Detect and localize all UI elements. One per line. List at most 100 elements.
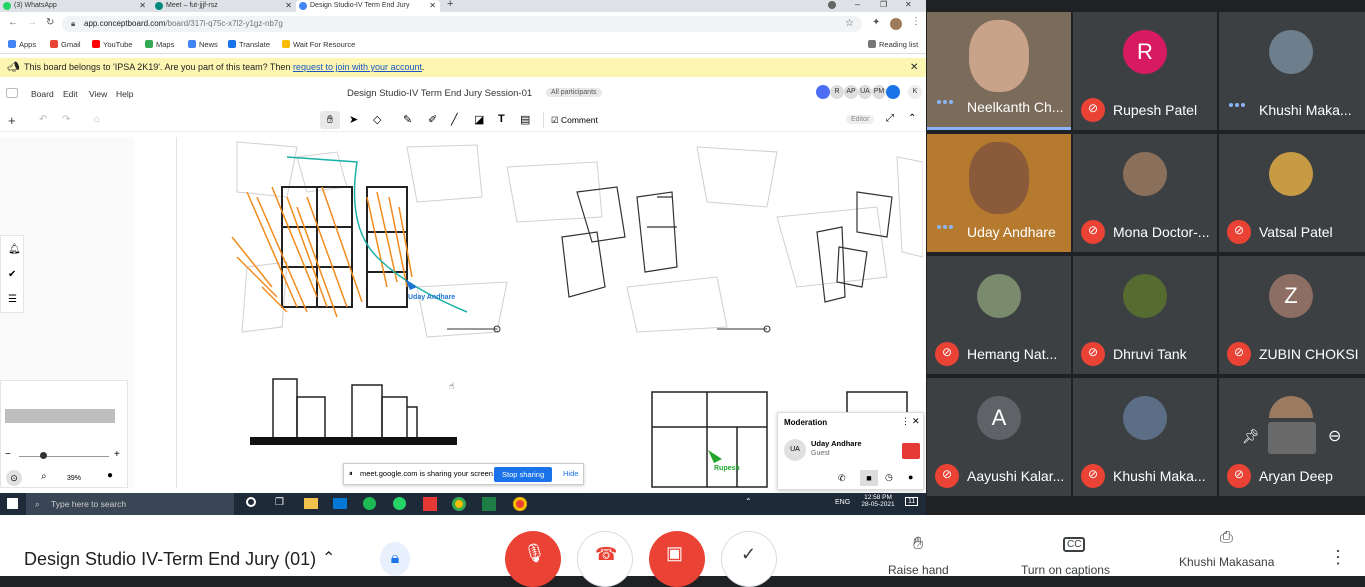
browser-tab-conceptboard[interactable]: Design Studio-IV Term End Jury ✕ [296,0,440,12]
check-icon[interactable]: ✔ [8,269,16,280]
zoom-slider[interactable] [19,456,109,457]
select-tool-icon[interactable]: ➤ [349,113,358,126]
pen-icon[interactable]: ✎ [403,113,412,126]
bookmark-star-icon[interactable]: ☆ [845,16,854,32]
editor-badge[interactable]: Editor [846,115,875,124]
text-tool-icon[interactable]: T [498,113,505,125]
close-tab-icon[interactable]: ✕ [285,0,292,12]
bookmark-apps[interactable]: Apps [8,40,36,49]
profile-avatar[interactable] [890,18,902,30]
bookmark-gmail[interactable]: Gmail [50,40,81,49]
file-explorer-icon[interactable] [304,498,318,509]
new-tab-icon[interactable]: + [447,0,453,10]
line-icon[interactable]: ╱ [451,113,458,126]
whatsapp-taskbar-icon[interactable] [393,497,406,510]
avatar-pm[interactable]: PM [872,85,886,99]
participant-tile[interactable]: Neelkanth Ch... [927,12,1071,130]
more-actions-button[interactable]: ✓ [721,531,777,587]
reading-list[interactable]: Reading list [868,40,918,49]
bookmark-maps[interactable]: Maps [145,40,174,49]
avatar-r[interactable]: R [830,85,844,99]
extensions-icon[interactable]: ✦ [872,17,880,28]
hide-button[interactable]: Hide [563,464,578,484]
back-icon[interactable]: ← [8,17,18,28]
browser-menu-icon[interactable]: ⋮ [911,16,921,27]
mail-icon[interactable] [333,498,347,509]
avatar-ap[interactable]: AP [844,85,858,99]
participant-tile[interactable]: A ⊘ Aayushi Kalar... [927,378,1071,496]
zoom-out-icon[interactable]: − [5,449,11,460]
participant-tile[interactable]: Z ⊘ ZUBIN CHOKSI [1219,256,1365,374]
bookmark-news[interactable]: News [188,40,218,49]
browser-tab-whatsapp[interactable]: (3) WhatsApp ✕ [0,0,150,12]
raise-hand-button[interactable]: ✋︎ Raise hand [880,533,965,577]
format-icon[interactable]: ⌂ [94,114,100,125]
join-team-link[interactable]: request to join with your account [293,62,422,72]
cortana-icon[interactable] [246,497,256,507]
list-icon[interactable]: ☰ [8,294,17,305]
language-indicator[interactable]: ENG [835,499,850,506]
task-view-icon[interactable]: ❐ [275,497,284,508]
participant-tile[interactable]: Uday Andhare [927,134,1071,252]
browser-tab-meet[interactable]: Meet – fut-jjjf-rsz ✕ [152,0,296,12]
taskbar-search[interactable]: ⌕ Type here to search [26,493,234,515]
participant-tile[interactable]: ⊘ Hemang Nat... [927,256,1071,374]
chevron-up-icon[interactable]: ⌃ [322,548,335,568]
maximize-icon[interactable]: ❐ [880,0,887,9]
participant-tile[interactable]: ⊘ Khushi Maka... [1073,378,1217,496]
forward-icon[interactable]: → [27,17,37,28]
tray-arrow-icon[interactable]: ⌃ [745,497,752,506]
timer-icon[interactable]: ◷ [885,472,893,483]
avatar-ua[interactable]: UA [858,85,872,99]
avatar-current-user[interactable]: K [908,85,922,99]
remove-icon[interactable]: ⊖ [1328,426,1341,446]
host-controls-lock-icon[interactable]: 🔒︎ [380,542,410,576]
windows-start-icon[interactable] [7,498,18,509]
captions-button[interactable]: CC Turn on captions [1018,533,1128,577]
spotify-icon[interactable] [363,497,376,510]
redo-icon[interactable]: ↷ [62,114,70,125]
close-banner-icon[interactable]: ✕ [910,58,918,77]
pin-icon[interactable]: 📌︎ [1242,428,1260,445]
participant-tile[interactable]: ⊘ Mona Doctor-... [1073,134,1217,252]
hand-tool-icon[interactable]: ✋︎ [320,111,340,129]
add-icon[interactable]: + [8,113,16,128]
moderation-close-icon[interactable]: ✕ [912,416,920,427]
bookmark-youtube[interactable]: YouTube [92,40,132,49]
address-bar[interactable]: 🔒︎ app.conceptboard.com/board/317i-q75c-… [62,16,862,32]
avatar-blue[interactable] [816,85,830,99]
clock[interactable]: 12:58 PM 28-05-2021 [858,494,898,508]
mute-mic-button[interactable]: 🎙︎ [505,531,561,587]
add-user-icon[interactable] [886,85,900,99]
comment-button[interactable]: ☑ Comment [543,112,598,128]
reload-icon[interactable]: ↻ [46,17,54,28]
eraser-icon[interactable]: ◇ [373,113,381,126]
menu-board[interactable]: Board [31,89,54,99]
more-options-icon[interactable]: ⋮ [1329,547,1347,568]
search-zoom-icon[interactable]: ⌕ [41,471,47,482]
shape-icon[interactable]: ◪ [474,113,484,126]
camera-off-button[interactable]: ▣ [649,531,705,587]
profile-dot-icon[interactable] [828,1,836,9]
participants-badge[interactable]: All participants [546,88,602,97]
collapse-icon[interactable]: ⌃ [908,113,916,124]
close-tab-icon[interactable]: ✕ [429,0,436,12]
chrome-icon[interactable] [513,497,527,511]
camera-icon[interactable]: ■ [860,470,878,486]
excel-icon[interactable] [482,497,496,511]
participant-tile[interactable]: ⊘ Vatsal Patel [1219,134,1365,252]
participant-tile[interactable]: R ⊘ Rupesh Patel [1073,12,1217,130]
bell-icon[interactable]: 🔔︎ [8,244,21,255]
leave-call-button[interactable]: ☎︎ [577,531,633,587]
acrobat-icon[interactable] [423,497,437,511]
minimize-icon[interactable]: – [855,0,860,9]
menu-view[interactable]: View [89,89,107,99]
menu-edit[interactable]: Edit [63,89,78,99]
marker-icon[interactable]: ✐ [428,113,437,126]
zoom-in-icon[interactable]: + [114,449,120,460]
menu-help[interactable]: Help [116,89,133,99]
participant-tile[interactable]: ⊘ Dhruvi Tank [1073,256,1217,374]
chat-icon[interactable]: ● [908,472,913,482]
moderation-video-button[interactable] [902,443,920,459]
zoom-slider-handle[interactable] [40,452,47,459]
